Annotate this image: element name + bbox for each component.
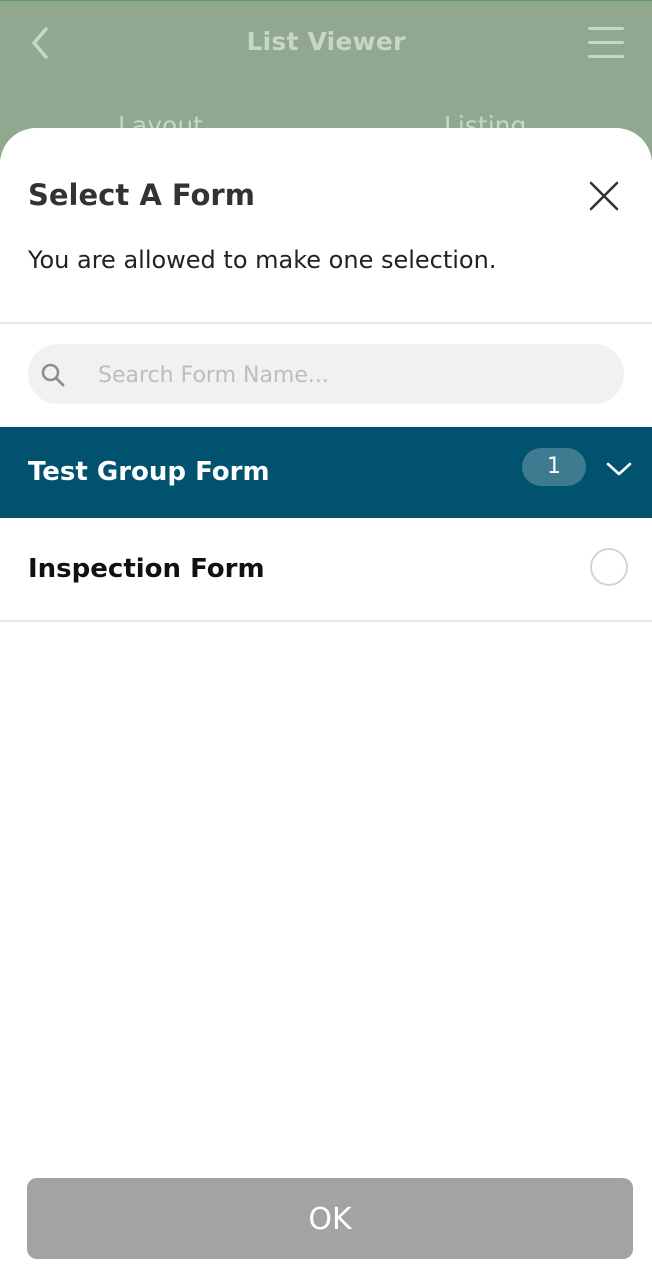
search-icon xyxy=(41,363,65,387)
divider xyxy=(0,620,652,622)
ok-button[interactable]: OK xyxy=(27,1178,633,1259)
chevron-down-icon[interactable] xyxy=(606,461,632,477)
select-form-sheet: Select A Form You are allowed to make on… xyxy=(0,128,652,1280)
group-label: Test Group Form xyxy=(28,457,270,487)
radio-button[interactable] xyxy=(590,548,628,586)
sheet-subtitle: You are allowed to make one selection. xyxy=(28,246,497,274)
sheet-title: Select A Form xyxy=(28,178,255,212)
search-box[interactable] xyxy=(28,344,624,406)
close-icon[interactable] xyxy=(586,178,622,214)
selection-count-badge: 1 xyxy=(522,448,586,486)
item-label: Inspection Form xyxy=(28,554,265,584)
search-input[interactable] xyxy=(96,344,600,406)
form-group-test-group-form[interactable]: Test Group Form 1 xyxy=(0,427,652,518)
list-item-inspection-form[interactable]: Inspection Form xyxy=(0,518,652,620)
divider xyxy=(0,322,652,324)
hamburger-menu-icon[interactable] xyxy=(588,27,624,59)
app-title: List Viewer xyxy=(246,27,406,56)
